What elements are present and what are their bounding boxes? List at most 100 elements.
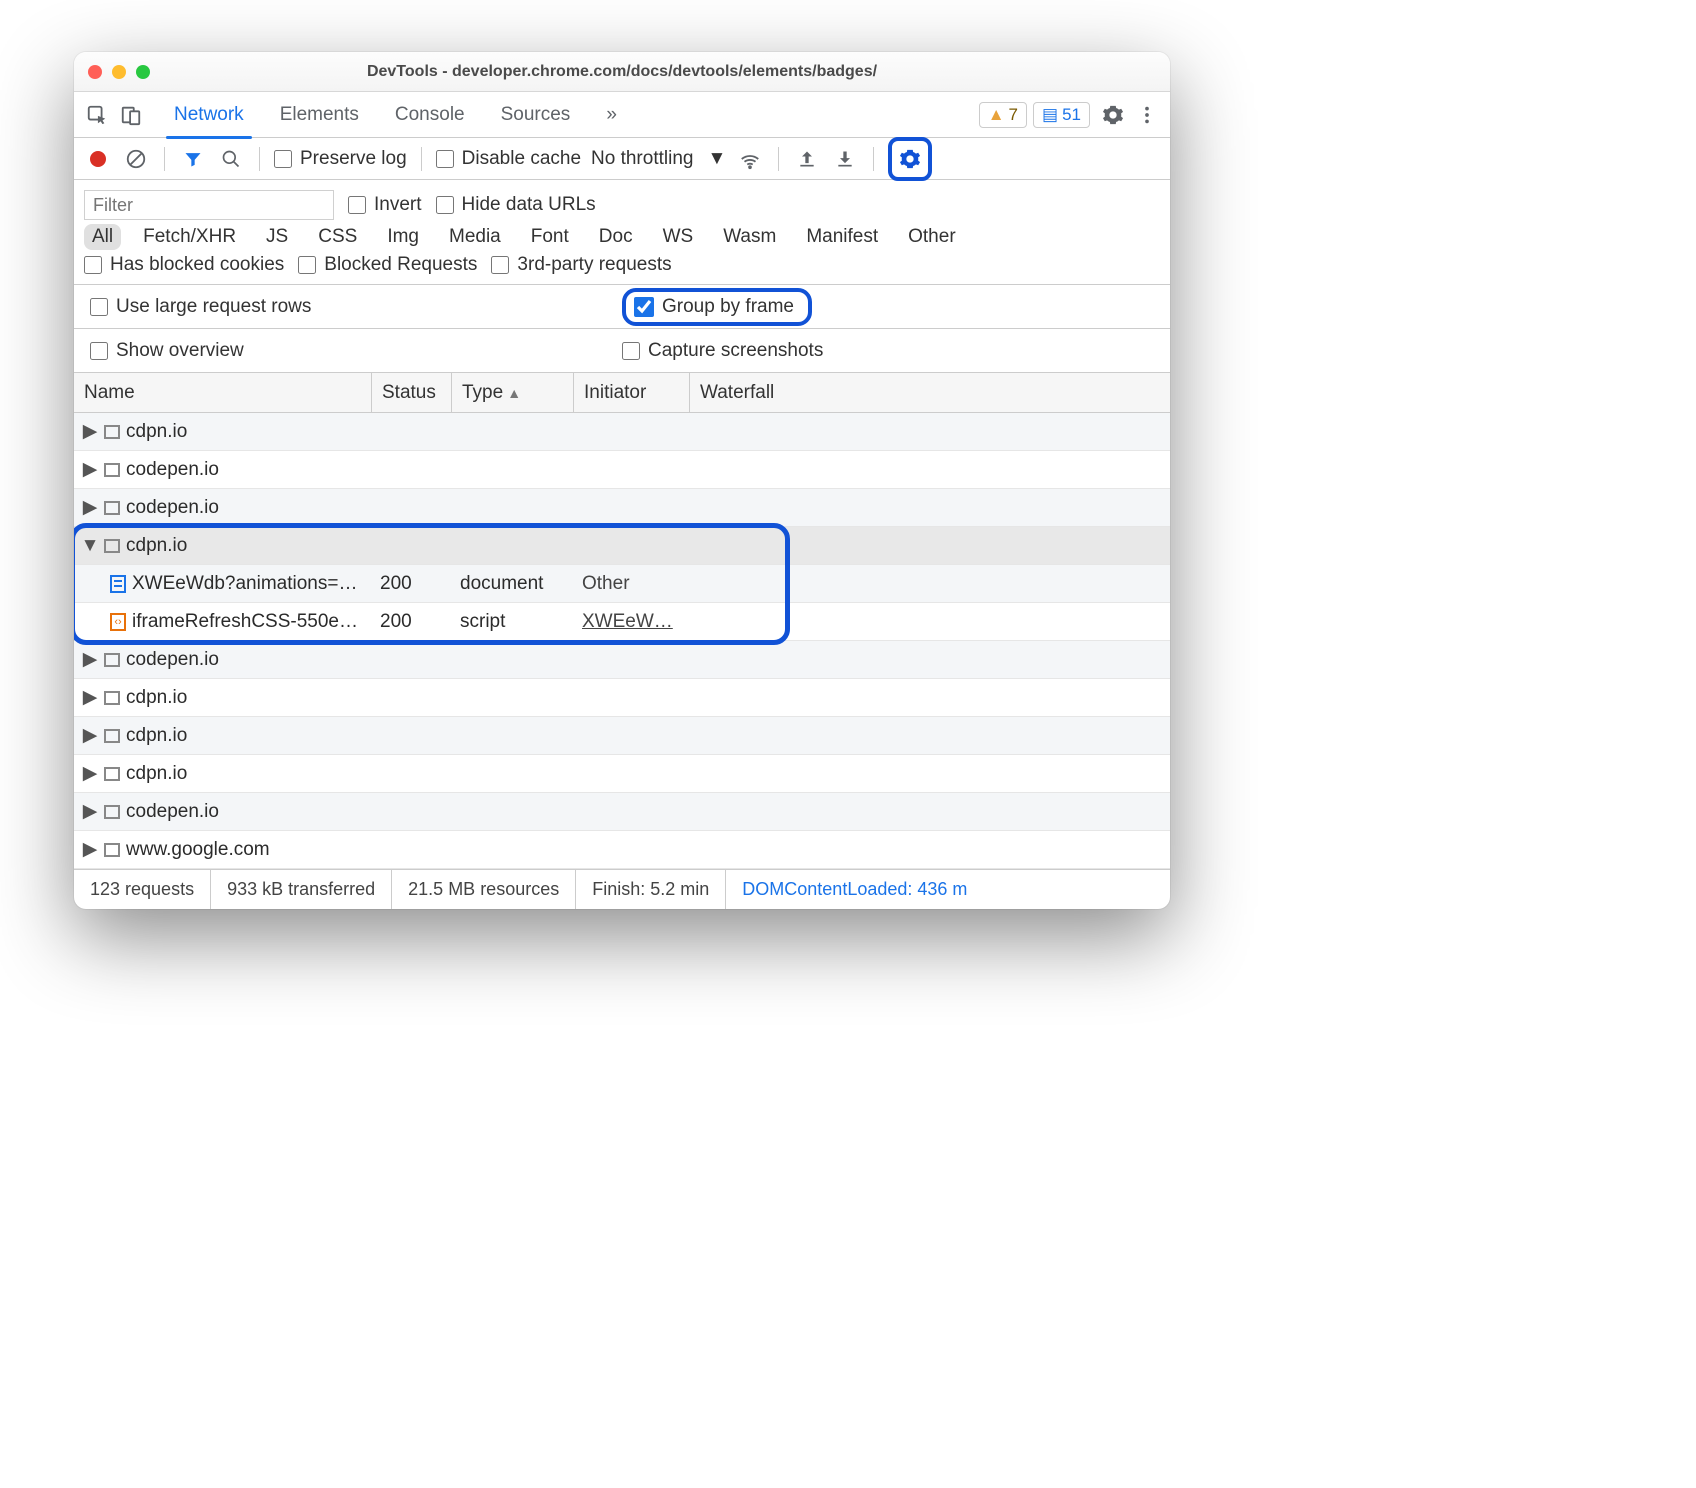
chip-doc[interactable]: Doc xyxy=(591,224,641,250)
hide-data-urls-checkbox[interactable]: Hide data URLs xyxy=(436,194,596,216)
chip-js[interactable]: JS xyxy=(258,224,296,250)
chip-fetch-xhr[interactable]: Fetch/XHR xyxy=(135,224,244,250)
col-type[interactable]: Type▲ xyxy=(452,373,574,412)
messages-count: 51 xyxy=(1062,105,1081,125)
chip-media[interactable]: Media xyxy=(441,224,509,250)
frame-group-row[interactable]: ▶ cdpn.io xyxy=(74,413,1170,451)
chip-img[interactable]: Img xyxy=(379,224,427,250)
preserve-log-checkbox[interactable]: Preserve log xyxy=(274,148,407,170)
col-waterfall[interactable]: Waterfall xyxy=(690,373,1170,412)
tab-elements[interactable]: Elements xyxy=(262,92,377,138)
frame-group-row[interactable]: ▶cdpn.io xyxy=(74,717,1170,755)
frame-icon xyxy=(104,843,120,857)
panel-tabs: Network Elements Console Sources » xyxy=(156,92,635,138)
request-row[interactable]: ‹›iframeRefreshCSS-550ea…200scriptXWEeW… xyxy=(74,603,1170,641)
frame-icon xyxy=(104,463,120,477)
row-name-label: iframeRefreshCSS-550ea… xyxy=(132,611,362,633)
disable-cache-label: Disable cache xyxy=(462,148,581,170)
row-status: 200 xyxy=(372,611,452,633)
frame-group-row[interactable]: ▶cdpn.io xyxy=(74,679,1170,717)
chip-other[interactable]: Other xyxy=(900,224,964,250)
blocked-requests-checkbox[interactable]: Blocked Requests xyxy=(298,254,477,276)
disclosure-icon[interactable]: ▶ xyxy=(82,800,98,823)
more-menu-icon[interactable] xyxy=(1130,98,1164,132)
network-settings-icon[interactable] xyxy=(888,137,932,181)
close-window-button[interactable] xyxy=(88,65,102,79)
col-name[interactable]: Name xyxy=(74,373,372,412)
tab-network[interactable]: Network xyxy=(156,92,262,138)
status-finish: Finish: 5.2 min xyxy=(576,870,726,909)
disclosure-icon[interactable]: ▶ xyxy=(82,724,98,747)
table-header: Name Status Type▲ Initiator Waterfall xyxy=(74,373,1170,413)
frame-group-row[interactable]: ▶cdpn.io xyxy=(74,755,1170,793)
throttling-label: No throttling xyxy=(591,148,693,170)
chip-ws[interactable]: WS xyxy=(655,224,702,250)
frame-group-row[interactable]: ▼cdpn.io xyxy=(74,527,1170,565)
frame-group-row[interactable]: ▶codepen.io xyxy=(74,641,1170,679)
disclosure-icon[interactable]: ▶ xyxy=(82,762,98,785)
clear-icon[interactable] xyxy=(122,145,150,173)
frame-group-row[interactable]: ▶codepen.io xyxy=(74,793,1170,831)
use-large-rows-label: Use large request rows xyxy=(116,296,311,318)
throttling-select[interactable]: No throttling ▼ xyxy=(591,148,726,170)
chip-wasm[interactable]: Wasm xyxy=(715,224,784,250)
frame-group-row[interactable]: ▶codepen.io xyxy=(74,489,1170,527)
row-initiator[interactable]: XWEeW… xyxy=(574,611,690,633)
frame-group-row[interactable]: ▶www.google.com xyxy=(74,831,1170,869)
row-type: script xyxy=(452,611,574,633)
status-bar: 123 requests 933 kB transferred 21.5 MB … xyxy=(74,869,1170,909)
group-by-frame-highlight: Group by frame xyxy=(622,288,812,326)
filter-input[interactable] xyxy=(84,190,334,220)
window-title: DevTools - developer.chrome.com/docs/dev… xyxy=(74,63,1170,81)
network-toolbar: Preserve log Disable cache No throttling… xyxy=(74,138,1170,180)
has-blocked-cookies-checkbox[interactable]: Has blocked cookies xyxy=(84,254,284,276)
disclosure-icon[interactable]: ▶ xyxy=(82,496,98,519)
row-name-label: codepen.io xyxy=(126,459,219,481)
chip-all[interactable]: All xyxy=(84,224,121,250)
settings-icon[interactable] xyxy=(1096,98,1130,132)
inspect-element-icon[interactable] xyxy=(80,98,114,132)
use-large-rows-checkbox[interactable]: Use large request rows xyxy=(90,296,311,318)
invert-label: Invert xyxy=(374,194,422,216)
disclosure-icon[interactable]: ▶ xyxy=(82,838,98,861)
minimize-window-button[interactable] xyxy=(112,65,126,79)
show-overview-checkbox[interactable]: Show overview xyxy=(90,340,244,362)
download-har-icon[interactable] xyxy=(831,145,859,173)
device-toolbar-icon[interactable] xyxy=(114,98,148,132)
messages-badge[interactable]: ▤ 51 xyxy=(1033,102,1090,128)
preserve-log-label: Preserve log xyxy=(300,148,407,170)
row-name-label: cdpn.io xyxy=(126,421,187,443)
chip-manifest[interactable]: Manifest xyxy=(798,224,886,250)
search-icon[interactable] xyxy=(217,145,245,173)
disclosure-icon[interactable]: ▼ xyxy=(82,535,98,557)
network-conditions-icon[interactable] xyxy=(736,145,764,173)
col-initiator[interactable]: Initiator xyxy=(574,373,690,412)
frame-group-row[interactable]: ▶ codepen.io xyxy=(74,451,1170,489)
row-status: 200 xyxy=(372,573,452,595)
group-by-frame-checkbox[interactable]: Group by frame xyxy=(634,296,794,318)
zoom-window-button[interactable] xyxy=(136,65,150,79)
third-party-checkbox[interactable]: 3rd-party requests xyxy=(491,254,671,276)
main-tab-row: Network Elements Console Sources » ▲ 7 ▤… xyxy=(74,92,1170,138)
disclosure-icon[interactable]: ▶ xyxy=(82,648,98,671)
frame-icon xyxy=(104,805,120,819)
upload-har-icon[interactable] xyxy=(793,145,821,173)
tab-console[interactable]: Console xyxy=(377,92,483,138)
invert-checkbox[interactable]: Invert xyxy=(348,194,422,216)
disclosure-icon[interactable]: ▶ xyxy=(82,458,98,481)
tab-sources[interactable]: Sources xyxy=(483,92,589,138)
chip-css[interactable]: CSS xyxy=(310,224,365,250)
more-tabs-button[interactable]: » xyxy=(588,92,635,138)
disclosure-icon[interactable]: ▶ xyxy=(82,686,98,709)
status-resources: 21.5 MB resources xyxy=(392,870,576,909)
warnings-badge[interactable]: ▲ 7 xyxy=(979,102,1027,128)
col-status[interactable]: Status xyxy=(372,373,452,412)
request-row[interactable]: XWEeWdb?animations=ru…200documentOther xyxy=(74,565,1170,603)
capture-screenshots-label: Capture screenshots xyxy=(648,340,823,362)
capture-screenshots-checkbox[interactable]: Capture screenshots xyxy=(622,340,823,362)
disable-cache-checkbox[interactable]: Disable cache xyxy=(436,148,581,170)
filter-icon[interactable] xyxy=(179,145,207,173)
disclosure-icon[interactable]: ▶ xyxy=(82,420,98,443)
record-button[interactable] xyxy=(90,151,106,167)
chip-font[interactable]: Font xyxy=(523,224,577,250)
